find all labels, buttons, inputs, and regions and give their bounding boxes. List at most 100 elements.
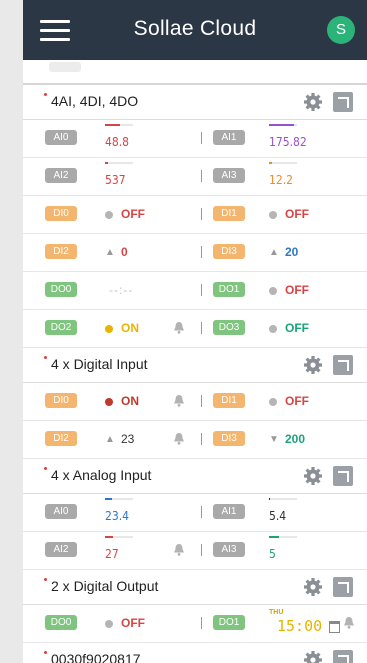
expand-icon[interactable] bbox=[333, 355, 353, 375]
channel-tag: AI0 bbox=[45, 130, 77, 145]
output-tag[interactable]: DO0 bbox=[45, 282, 77, 297]
analog-value: 27 bbox=[105, 547, 119, 561]
card-title: 0030f9020817 bbox=[44, 651, 141, 663]
analog-value: 12.2 bbox=[269, 173, 294, 187]
output-tag[interactable]: DO2 bbox=[45, 320, 77, 335]
analog-value: 23.4 bbox=[105, 509, 130, 523]
analog-row: AI0 48.8 AI1 175.82 bbox=[23, 120, 367, 158]
status-dot bbox=[105, 211, 113, 219]
expand-icon[interactable] bbox=[333, 92, 353, 112]
status-text: OFF bbox=[121, 616, 145, 630]
digital-input-row: DI0 OFF DI1 OFF bbox=[23, 196, 367, 234]
card-title: 4AI, 4DI, 4DO bbox=[43, 93, 139, 109]
channel-tag: AI2 bbox=[45, 542, 77, 557]
card-title: 4 x Analog Input bbox=[43, 467, 152, 483]
expand-icon[interactable] bbox=[333, 466, 353, 486]
schedule-placeholder: --:-- bbox=[109, 283, 134, 297]
phone-screen: Sollae Cloud S 4AI, 4DI, 4DO AI0 48.8 AI1… bbox=[23, 0, 367, 663]
level-bar bbox=[269, 124, 297, 126]
digital-input-row: DI0 ON DI1 OFF bbox=[23, 383, 367, 421]
channel-tag: AI3 bbox=[213, 168, 245, 183]
status-text: OFF bbox=[285, 394, 309, 408]
status-dot bbox=[269, 398, 277, 406]
status-dot bbox=[269, 211, 277, 219]
counter-row: DI2 ▲ 0 DI3 ▲ 20 bbox=[23, 234, 367, 272]
counter-value: 23 bbox=[121, 432, 135, 446]
level-bar bbox=[105, 124, 133, 126]
channel-tag: DI2 bbox=[45, 244, 77, 259]
card-header: 2 x Digital Output bbox=[23, 570, 367, 605]
channel-tag: DI3 bbox=[213, 431, 245, 446]
channel-tag: AI1 bbox=[213, 130, 245, 145]
level-bar bbox=[269, 162, 297, 164]
down-triangle-icon: ▼ bbox=[269, 434, 279, 445]
digital-output-row: DO0 OFF DO1 THU 15:00 bbox=[23, 605, 367, 643]
device-list: 4AI, 4DI, 4DO AI0 48.8 AI1 175.82 AI2 537 A… bbox=[23, 60, 367, 663]
level-bar bbox=[105, 536, 133, 538]
status-text: ON bbox=[121, 394, 139, 408]
schedule-time: 15:00 bbox=[277, 617, 323, 635]
level-bar bbox=[105, 498, 133, 500]
gear-icon[interactable] bbox=[303, 355, 323, 375]
device-card: 4 x Digital Input DI0 ON DI1 OFF DI2 ▲ 23 DI… bbox=[23, 348, 367, 459]
expand-icon[interactable] bbox=[333, 577, 353, 597]
channel-tag: DI0 bbox=[45, 393, 77, 408]
status-text: OFF bbox=[285, 283, 309, 297]
avatar[interactable]: S bbox=[327, 16, 355, 44]
top-bar: Sollae Cloud S bbox=[23, 0, 367, 60]
level-bar bbox=[105, 162, 133, 164]
counter-value: 200 bbox=[285, 432, 306, 446]
card-header: 4 x Digital Input bbox=[23, 348, 367, 383]
analog-value: 537 bbox=[105, 173, 126, 187]
previous-card-stub bbox=[23, 60, 367, 85]
up-triangle-icon: ▲ bbox=[105, 434, 115, 445]
bell-icon[interactable] bbox=[173, 543, 185, 556]
device-card: 4AI, 4DI, 4DO AI0 48.8 AI1 175.82 AI2 537 A… bbox=[23, 85, 367, 348]
card-title: 2 x Digital Output bbox=[43, 578, 159, 594]
channel-tag: AI1 bbox=[213, 504, 245, 519]
bell-icon[interactable] bbox=[343, 616, 355, 629]
status-dot bbox=[269, 287, 277, 295]
channel-tag: AI2 bbox=[45, 168, 77, 183]
analog-row: AI2 537 AI3 12.2 bbox=[23, 158, 367, 196]
card-title: 4 x Digital Input bbox=[44, 356, 148, 372]
schedule-day: THU bbox=[269, 609, 284, 616]
counter-row: DI2 ▲ 23 DI3 ▼ 200 bbox=[23, 421, 367, 459]
status-text: OFF bbox=[121, 207, 145, 221]
up-triangle-icon: ▲ bbox=[105, 247, 115, 258]
channel-tag: DI3 bbox=[213, 244, 245, 259]
status-text: OFF bbox=[285, 207, 309, 221]
level-bar bbox=[269, 498, 297, 500]
channel-tag: DI1 bbox=[213, 206, 245, 221]
channel-tag: AI0 bbox=[45, 504, 77, 519]
channel-tag: AI3 bbox=[213, 542, 245, 557]
analog-value: 5 bbox=[269, 547, 276, 561]
device-card: 0030f9020817 bbox=[23, 643, 367, 663]
status-text: ON bbox=[121, 321, 139, 335]
counter-value: 0 bbox=[121, 245, 128, 259]
device-card: 4 x Analog Input AI0 23.4 AI1 5.4 AI2 27 AI… bbox=[23, 459, 367, 570]
output-tag[interactable]: DO1 bbox=[213, 615, 245, 630]
channel-tag: DI1 bbox=[213, 393, 245, 408]
calendar-icon[interactable] bbox=[329, 621, 340, 633]
digital-output-row: DO0 --:-- DO1 OFF bbox=[23, 272, 367, 310]
device-card: 2 x Digital Output DO0 OFF DO1 THU 15:00 bbox=[23, 570, 367, 643]
output-tag[interactable]: DO3 bbox=[213, 320, 245, 335]
gear-icon[interactable] bbox=[303, 92, 323, 112]
status-dot bbox=[269, 325, 277, 333]
gear-icon[interactable] bbox=[303, 650, 323, 663]
status-dot bbox=[105, 325, 113, 333]
analog-value: 175.82 bbox=[269, 135, 307, 149]
bell-icon[interactable] bbox=[173, 394, 185, 407]
bell-icon[interactable] bbox=[173, 321, 185, 334]
gear-icon[interactable] bbox=[303, 466, 323, 486]
gear-icon[interactable] bbox=[303, 577, 323, 597]
status-text: OFF bbox=[285, 321, 309, 335]
bell-icon[interactable] bbox=[173, 432, 185, 445]
card-header: 4AI, 4DI, 4DO bbox=[23, 85, 367, 120]
output-tag[interactable]: DO0 bbox=[45, 615, 77, 630]
up-triangle-icon: ▲ bbox=[269, 247, 279, 258]
channel-tag: DI0 bbox=[45, 206, 77, 221]
expand-icon[interactable] bbox=[333, 650, 353, 663]
output-tag[interactable]: DO1 bbox=[213, 282, 245, 297]
